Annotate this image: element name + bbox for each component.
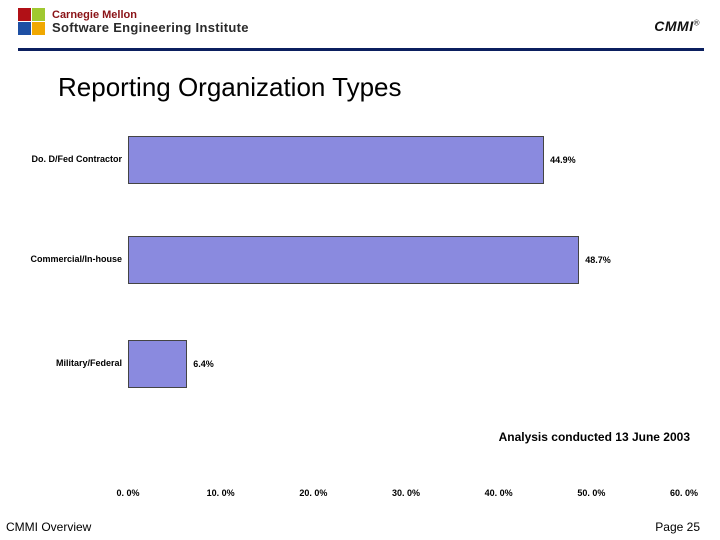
x-axis-tick: 10. 0%: [207, 488, 235, 498]
bar-value-label: 48.7%: [585, 255, 611, 265]
bar-fill: [128, 236, 579, 284]
bar-value-label: 44.9%: [550, 155, 576, 165]
header: Carnegie Mellon Software Engineering Ins…: [0, 0, 720, 54]
logo-block: Carnegie Mellon Software Engineering Ins…: [18, 8, 249, 36]
header-divider: [18, 48, 704, 51]
logo-text: Carnegie Mellon Software Engineering Ins…: [52, 10, 249, 34]
bar-category-label: Commercial/In-house: [0, 255, 122, 265]
x-axis-tick: 60. 0%: [670, 488, 698, 498]
bar-category-label: Military/Federal: [0, 359, 122, 369]
footer-page-number: Page 25: [655, 520, 700, 534]
x-axis-tick: 50. 0%: [577, 488, 605, 498]
analysis-note: Analysis conducted 13 June 2003: [499, 430, 690, 444]
page-title: Reporting Organization Types: [58, 72, 402, 103]
sei-logo-icon: [18, 8, 46, 36]
bar-chart: Do. D/Fed Contractor 44.9% Commercial/In-h…: [0, 120, 720, 480]
x-axis-tick: 20. 0%: [299, 488, 327, 498]
bar-category-label: Do. D/Fed Contractor: [0, 155, 122, 165]
x-axis: 0. 0% 10. 0% 20. 0% 30. 0% 40. 0% 50. 0% 60. 0…: [0, 488, 720, 502]
x-axis-tick: 0. 0%: [116, 488, 139, 498]
bar-fill: [128, 340, 187, 388]
x-axis-tick: 40. 0%: [485, 488, 513, 498]
logo-line2: Software Engineering Institute: [52, 21, 249, 34]
bar-row: Do. D/Fed Contractor 44.9%: [0, 136, 720, 184]
bar-value-label: 6.4%: [193, 359, 214, 369]
bar-fill: [128, 136, 544, 184]
footer-section-title: CMMI Overview: [6, 520, 91, 534]
x-axis-tick: 30. 0%: [392, 488, 420, 498]
brand-label: CMMI®: [654, 18, 700, 34]
bar-row: Military/Federal 6.4%: [0, 340, 720, 388]
bar-row: Commercial/In-house 48.7%: [0, 236, 720, 284]
